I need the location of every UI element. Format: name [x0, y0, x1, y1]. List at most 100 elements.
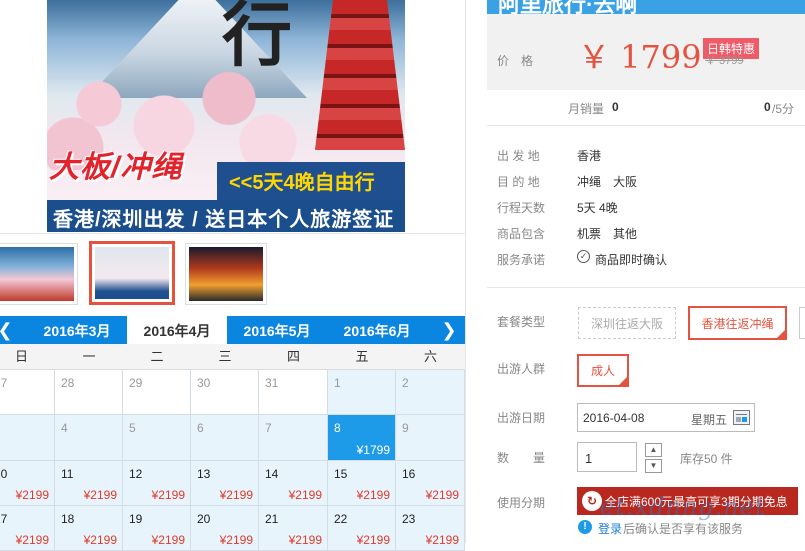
calendar-day-price: ¥2199: [151, 533, 185, 547]
calendar-day[interactable]: 16 ¥2199: [396, 461, 465, 506]
calendar-day-number: 23: [402, 512, 416, 526]
product-main-image: 行 大板/冲绳 <<5天4晚自由行 香港/深圳出发 / 送日本个人旅游签证: [47, 0, 405, 232]
calendar-day-number: 16: [402, 467, 416, 481]
calendar-day-number: 5: [129, 421, 136, 435]
calendar-tab-month[interactable]: 2016年5月: [227, 316, 327, 344]
calendar-day-number: 10: [0, 467, 8, 481]
travel-date-value: 2016-04-08: [583, 411, 645, 425]
info-label-departure: 出 发 地: [497, 149, 540, 163]
calendar-day: 4: [55, 415, 123, 461]
calendar-day[interactable]: 15 ¥2199: [328, 461, 396, 506]
calendar-day-number: 27: [0, 376, 8, 390]
calendar-day-number: 2: [402, 376, 409, 390]
calendar-day[interactable]: 19 ¥2199: [123, 506, 191, 551]
calendar-day-price: ¥2199: [151, 488, 185, 502]
info-value-includes: 机票 其他: [577, 227, 638, 241]
info-icon: !: [578, 520, 592, 534]
calendar-day-price: ¥2199: [425, 488, 459, 502]
calendar-day: [0, 415, 55, 461]
calendar-day-price: ¥2199: [83, 533, 117, 547]
calendar-day: 31: [259, 370, 328, 415]
calendar-day-number: 9: [402, 421, 409, 435]
price-label: 价 格: [497, 54, 534, 68]
calendar-day[interactable]: 22 ¥2199: [328, 506, 396, 551]
calendar-day[interactable]: 18 ¥2199: [55, 506, 123, 551]
calendar-day-number: 15: [334, 467, 348, 481]
info-value-departure: 香港: [577, 149, 602, 163]
calendar-day[interactable]: 17 ¥2199: [0, 506, 55, 551]
calendar-day-number: 19: [129, 512, 143, 526]
package-option-shenzhen-osaka[interactable]: 深圳往返大阪: [578, 307, 676, 339]
calendar-day-price: ¥2199: [288, 533, 322, 547]
info-value-service: 商品即时确认: [595, 253, 668, 267]
quantity-decrease-icon[interactable]: ▼: [645, 459, 662, 473]
weekday-header: 五: [328, 344, 396, 370]
calendar-day[interactable]: 10 ¥2199: [0, 461, 55, 506]
calendar-day-number: 30: [197, 376, 211, 390]
calendar-day-price: ¥2199: [356, 533, 390, 547]
calendar-next-arrow-icon[interactable]: ❯: [440, 316, 458, 344]
calendar-day-price: ¥2199: [83, 488, 117, 502]
calendar-prev-arrow-icon[interactable]: ❮: [0, 316, 14, 344]
calendar-day-number: 4: [61, 421, 68, 435]
column-divider: [465, 0, 466, 543]
monthly-sales-value: 0: [612, 100, 619, 114]
quantity-value: 1: [585, 451, 593, 466]
calendar-day: 5: [123, 415, 191, 461]
calendar-day-selected[interactable]: 8 ¥1799: [328, 415, 396, 461]
calendar-day[interactable]: 11 ¥2199: [55, 461, 123, 506]
calendar-day[interactable]: 12 ¥2199: [123, 461, 191, 506]
price-value: ￥ 1799: [578, 38, 702, 76]
package-option-more[interactable]: [799, 307, 805, 339]
calendar-day-number: 11: [61, 467, 74, 481]
calendar-day: 29: [123, 370, 191, 415]
calendar-day-price: ¥2199: [288, 488, 322, 502]
calendar-day-number: 13: [197, 467, 211, 481]
calendar-day: 2: [396, 370, 465, 415]
travel-date-field[interactable]: 2016-04-08 星期五: [577, 403, 755, 432]
section-divider: [487, 287, 805, 288]
calendar-tab-month-active[interactable]: 2016年4月: [127, 316, 227, 344]
calendar-icon[interactable]: [733, 410, 750, 425]
thumbnail-1[interactable]: [0, 243, 78, 305]
calendar-day[interactable]: 23 ¥2199: [396, 506, 465, 551]
calendar-day[interactable]: 13 ¥2199: [191, 461, 259, 506]
thumbnail-2-selected[interactable]: [89, 241, 175, 305]
thumbnail-3[interactable]: [185, 243, 267, 305]
traveler-option-adult[interactable]: 成人: [577, 354, 629, 387]
traveler-label: 出游人群: [497, 362, 546, 376]
calendar-day[interactable]: 14 ¥2199: [259, 461, 328, 506]
calendar-day: 9: [396, 415, 465, 461]
login-link[interactable]: 登录: [598, 520, 622, 537]
stock-text: 库存50 件: [680, 452, 733, 466]
calendar-day-price: ¥2199: [425, 533, 459, 547]
watermark-text: et.xdnng.net: [600, 493, 766, 521]
calendar-day: 6: [191, 415, 259, 461]
weekday-header: 四: [259, 344, 328, 370]
calendar-day-number: 17: [0, 512, 8, 526]
weekday-header: 二: [123, 344, 191, 370]
info-label-service: 服务承诺: [497, 253, 546, 267]
quantity-input[interactable]: 1: [577, 442, 637, 472]
calendar-day[interactable]: 21 ¥2199: [259, 506, 328, 551]
weekday-header: 六: [396, 344, 465, 370]
calendar-day-number: 31: [265, 376, 279, 390]
package-option-hongkong-okinawa[interactable]: 香港往返冲绳: [688, 306, 787, 340]
original-price: ￥ 3799: [705, 55, 744, 67]
calendar-day: 30: [191, 370, 259, 415]
hero-brush-char: 行: [222, 0, 292, 76]
calendar-tab-month[interactable]: 2016年6月: [327, 316, 427, 344]
info-value-destination: 冲绳 大阪: [577, 175, 638, 189]
quantity-increase-icon[interactable]: ▲: [645, 443, 662, 457]
calendar-day-number: 14: [265, 467, 279, 481]
calendar-day-price: ¥2199: [219, 533, 253, 547]
calendar-day-number: 22: [334, 512, 348, 526]
calendar-day-number: 28: [61, 376, 75, 390]
info-value-duration: 5天 4晚: [577, 201, 618, 215]
pagoda-graphic: [315, 0, 405, 150]
calendar-day[interactable]: 20 ¥2199: [191, 506, 259, 551]
hero-bottom-text: 香港/深圳出发 / 送日本个人旅游签证: [53, 209, 395, 231]
hero-days-text: <<5天4晚自由行: [229, 172, 375, 194]
calendar-tab-month[interactable]: 2016年3月: [27, 316, 127, 344]
calendar-day: 27: [0, 370, 55, 415]
